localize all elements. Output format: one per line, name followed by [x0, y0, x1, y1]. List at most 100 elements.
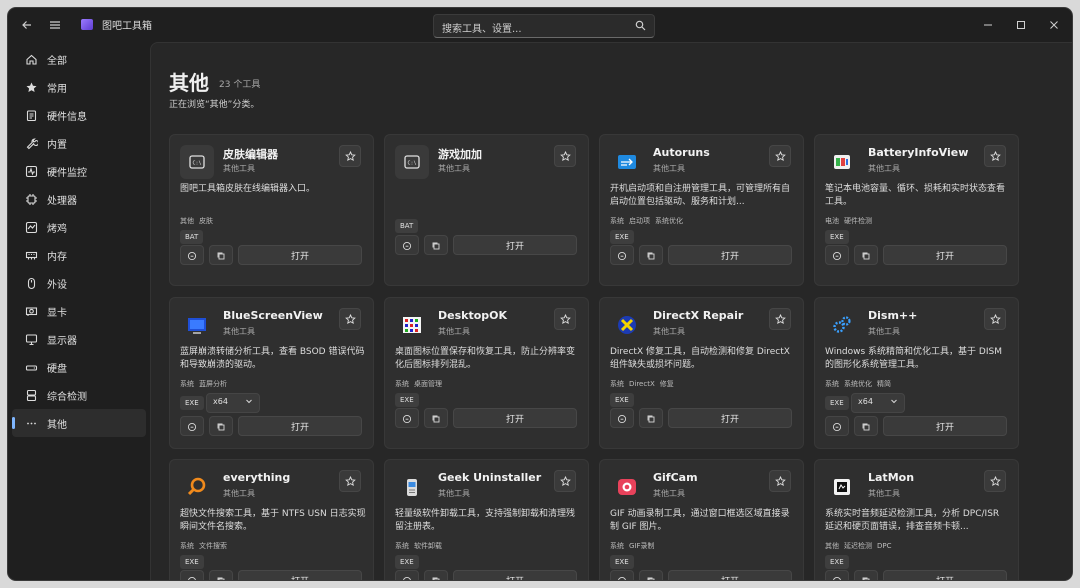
- app-window: 图吧工具箱 搜索工具、设置... 全部 常用 硬件信息 内置 硬件监控 处理器 …: [8, 8, 1072, 580]
- file-type-badge: EXE: [825, 230, 849, 244]
- open-button[interactable]: 打开: [453, 570, 577, 580]
- copy-button[interactable]: [424, 408, 448, 428]
- tag-list: 电池 硬件检测: [825, 216, 877, 226]
- tool-card[interactable]: Dism++ 其他工具 Windows 系统精简和优化工具，基于 DISM 的图…: [814, 297, 1019, 449]
- tool-card[interactable]: everything 其他工具 超快文件搜索工具，基于 NTFS USN 日志实…: [169, 459, 374, 580]
- tag: 系统: [610, 217, 624, 225]
- open-button[interactable]: 打开: [883, 245, 1007, 265]
- tool-card[interactable]: C:\ 皮肤编辑器 其他工具 图吧工具箱皮肤在线编辑器入口。 其他 皮肤 BAT …: [169, 134, 374, 286]
- sidebar-item-13[interactable]: 其他: [12, 409, 146, 437]
- open-button[interactable]: 打开: [453, 235, 577, 255]
- open-button[interactable]: 打开: [883, 570, 1007, 580]
- favorite-button[interactable]: [769, 470, 791, 492]
- copy-button[interactable]: [639, 245, 663, 265]
- tool-card[interactable]: Geek Uninstaller 其他工具 轻量级软件卸载工具，支持强制卸载和清…: [384, 459, 589, 580]
- sidebar-item-9[interactable]: 显卡: [12, 297, 146, 325]
- tool-card[interactable]: DirectX Repair 其他工具 DirectX 修复工具，自动检测和修复…: [599, 297, 804, 449]
- favorite-button[interactable]: [554, 470, 576, 492]
- tool-card[interactable]: LatMon 其他工具 系统实时音频延迟检测工具，分析 DPC/ISR 延迟和硬…: [814, 459, 1019, 580]
- favorite-button[interactable]: [554, 145, 576, 167]
- star-icon: [559, 147, 571, 166]
- back-button[interactable]: [16, 14, 38, 36]
- latmon-icon: [825, 470, 859, 504]
- favorite-button[interactable]: [984, 470, 1006, 492]
- favorite-button[interactable]: [554, 308, 576, 330]
- comment-button[interactable]: [825, 416, 849, 436]
- sidebar-item-5[interactable]: 处理器: [12, 185, 146, 213]
- sidebar-item-2[interactable]: 硬件信息: [12, 101, 146, 129]
- sidebar-item-8[interactable]: 外设: [12, 269, 146, 297]
- tool-count: 23 个工具: [219, 80, 261, 90]
- copy-button[interactable]: [639, 408, 663, 428]
- copy-button[interactable]: [209, 245, 233, 265]
- tool-card[interactable]: GifCam 其他工具 GIF 动画录制工具，通过窗口框选区域直接录制 GIF …: [599, 459, 804, 580]
- search-input[interactable]: 搜索工具、设置...: [433, 14, 655, 38]
- open-button[interactable]: 打开: [668, 408, 792, 428]
- tag: 系统: [395, 542, 409, 550]
- open-button[interactable]: 打开: [238, 416, 362, 436]
- sidebar-item-11[interactable]: 硬盘: [12, 353, 146, 381]
- tool-card[interactable]: C:\ 游戏加加 其他工具 BAT 打开: [384, 134, 589, 286]
- tool-card[interactable]: Autoruns 其他工具 开机启动项和自注册管理工具，可管理所有自启动位置包括…: [599, 134, 804, 286]
- comment-button[interactable]: [825, 245, 849, 265]
- maximize-button[interactable]: [1006, 16, 1036, 34]
- sidebar-item-6[interactable]: 烤鸡: [12, 213, 146, 241]
- copy-button[interactable]: [209, 570, 233, 580]
- tool-description: 轻量级软件卸载工具，支持强制卸载和清理残留注册表。: [395, 509, 576, 532]
- favorite-button[interactable]: [984, 308, 1006, 330]
- comment-button[interactable]: [395, 570, 419, 580]
- star-icon: [24, 80, 38, 94]
- copy-button[interactable]: [424, 235, 448, 255]
- sidebar-item-10[interactable]: 显示器: [12, 325, 146, 353]
- comment-button[interactable]: [610, 570, 634, 580]
- minimize-button[interactable]: [973, 16, 1003, 34]
- comment-button[interactable]: [180, 245, 204, 265]
- sidebar-item-12[interactable]: 综合检测: [12, 381, 146, 409]
- favorite-button[interactable]: [769, 145, 791, 167]
- chat-icon: [402, 409, 412, 428]
- tag: DirectX: [629, 380, 655, 388]
- comment-button[interactable]: [395, 408, 419, 428]
- open-button[interactable]: 打开: [668, 245, 792, 265]
- copy-button[interactable]: [854, 570, 878, 580]
- copy-button[interactable]: [854, 416, 878, 436]
- star-icon: [559, 472, 571, 491]
- app-title: 图吧工具箱: [102, 21, 152, 32]
- disk-icon: [24, 360, 38, 374]
- favorite-button[interactable]: [339, 470, 361, 492]
- open-button[interactable]: 打开: [883, 416, 1007, 436]
- favorite-button[interactable]: [339, 308, 361, 330]
- comment-button[interactable]: [395, 235, 419, 255]
- comment-button[interactable]: [610, 245, 634, 265]
- open-button[interactable]: 打开: [238, 570, 362, 580]
- open-button[interactable]: 打开: [668, 570, 792, 580]
- copy-button[interactable]: [639, 570, 663, 580]
- tag-list: 其他 皮肤: [180, 216, 218, 226]
- comment-button[interactable]: [825, 570, 849, 580]
- tool-name: everything: [223, 471, 291, 484]
- comment-button[interactable]: [180, 570, 204, 580]
- tool-card[interactable]: BlueScreenView 其他工具 蓝屏崩溃转储分析工具，查看 BSOD 错…: [169, 297, 374, 449]
- tool-card[interactable]: BatteryInfoView 其他工具 笔记本电池容量、循环、损耗和实时状态查…: [814, 134, 1019, 286]
- open-button[interactable]: 打开: [238, 245, 362, 265]
- tool-card[interactable]: DesktopOK 其他工具 桌面图标位置保存和恢复工具，防止分辨率变化后图标排…: [384, 297, 589, 449]
- sidebar-item-0[interactable]: 全部: [12, 45, 146, 73]
- sidebar-item-3[interactable]: 内置: [12, 129, 146, 157]
- sidebar-item-7[interactable]: 内存: [12, 241, 146, 269]
- sidebar-item-4[interactable]: 硬件监控: [12, 157, 146, 185]
- favorite-button[interactable]: [984, 145, 1006, 167]
- arch-select[interactable]: x64: [851, 393, 905, 413]
- favorite-button[interactable]: [769, 308, 791, 330]
- menu-button[interactable]: [44, 14, 66, 36]
- copy-button[interactable]: [209, 416, 233, 436]
- tag-list: 系统 桌面管理: [395, 379, 447, 389]
- arch-select[interactable]: x64: [206, 393, 260, 413]
- close-button[interactable]: [1039, 16, 1069, 34]
- favorite-button[interactable]: [339, 145, 361, 167]
- sidebar-item-1[interactable]: 常用: [12, 73, 146, 101]
- comment-button[interactable]: [610, 408, 634, 428]
- copy-button[interactable]: [424, 570, 448, 580]
- copy-button[interactable]: [854, 245, 878, 265]
- open-button[interactable]: 打开: [453, 408, 577, 428]
- comment-button[interactable]: [180, 416, 204, 436]
